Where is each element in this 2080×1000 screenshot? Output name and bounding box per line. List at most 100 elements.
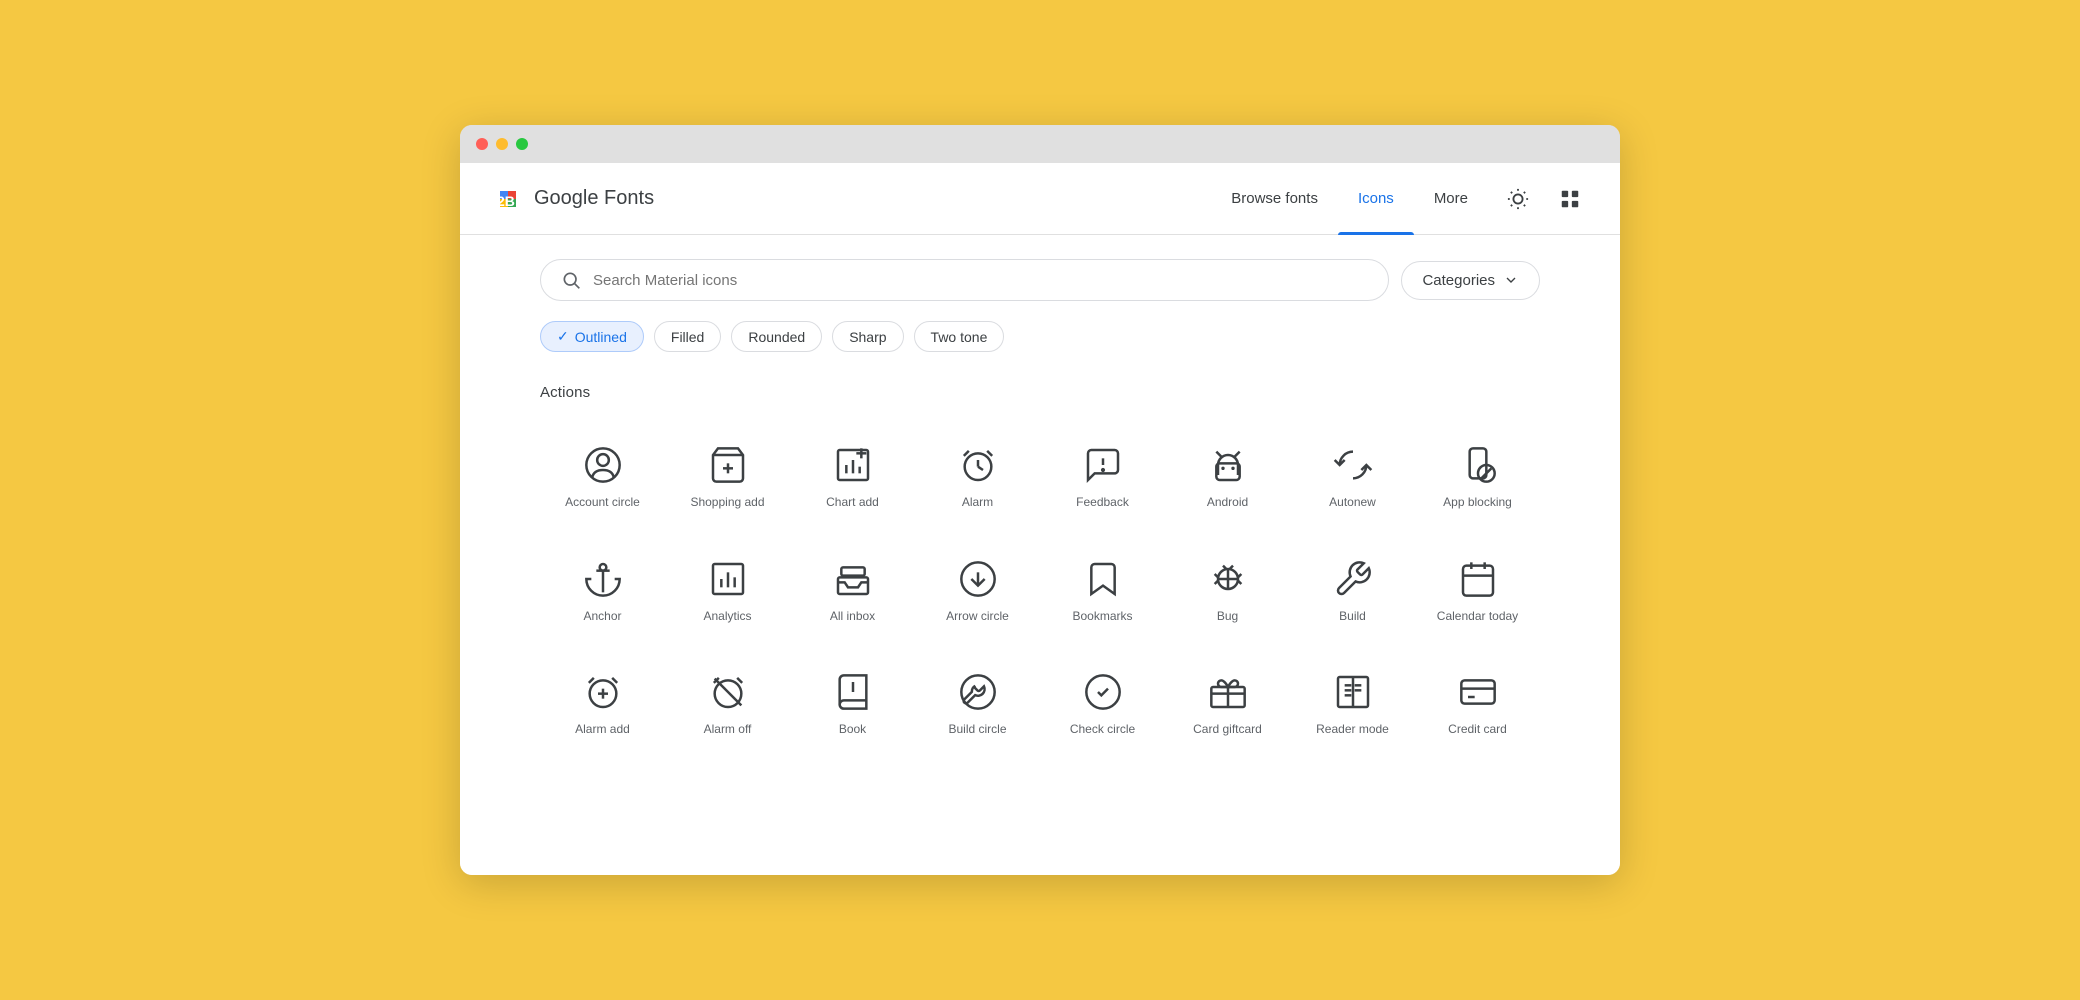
header: 2B Google Fonts Browse fonts Icons More bbox=[460, 163, 1620, 235]
icon-build-circle[interactable]: Build circle bbox=[915, 652, 1040, 758]
check-circle-label: Check circle bbox=[1070, 722, 1135, 738]
browser-maximize-dot[interactable] bbox=[516, 138, 528, 150]
shopping-add-label: Shopping add bbox=[690, 495, 764, 511]
all-inbox-label: All inbox bbox=[830, 609, 875, 625]
feedback-label: Feedback bbox=[1076, 495, 1129, 511]
filter-two-tone-label: Two tone bbox=[931, 329, 988, 345]
card-giftcard-label: Card giftcard bbox=[1193, 722, 1262, 738]
alarm-off-label: Alarm off bbox=[704, 722, 752, 738]
icon-row-2: Anchor Analytics bbox=[540, 539, 1540, 645]
filter-outlined[interactable]: ✓ Outlined bbox=[540, 321, 644, 352]
calendar-today-icon bbox=[1458, 559, 1498, 599]
grid-icon bbox=[1559, 188, 1581, 210]
header-icons bbox=[1500, 181, 1588, 217]
icon-bookmarks[interactable]: Bookmarks bbox=[1040, 539, 1165, 645]
shopping-add-icon bbox=[708, 445, 748, 485]
categories-dropdown[interactable]: Categories bbox=[1401, 261, 1540, 300]
alarm-add-icon bbox=[583, 672, 623, 712]
filter-filled-label: Filled bbox=[671, 329, 704, 345]
nav-icons[interactable]: Icons bbox=[1338, 163, 1414, 235]
search-icon bbox=[561, 270, 581, 290]
icon-check-circle[interactable]: Check circle bbox=[1040, 652, 1165, 758]
filter-rounded[interactable]: Rounded bbox=[731, 321, 822, 352]
main-nav: Browse fonts Icons More bbox=[1211, 163, 1488, 235]
icon-alarm[interactable]: Alarm bbox=[915, 425, 1040, 531]
bug-icon bbox=[1208, 559, 1248, 599]
search-box[interactable] bbox=[540, 259, 1389, 301]
icon-book[interactable]: Book bbox=[790, 652, 915, 758]
chevron-down-icon bbox=[1503, 272, 1519, 288]
all-inbox-icon bbox=[833, 559, 873, 599]
icon-analytics[interactable]: Analytics bbox=[665, 539, 790, 645]
icon-alarm-add[interactable]: Alarm add bbox=[540, 652, 665, 758]
icon-reader-mode[interactable]: Reader mode bbox=[1290, 652, 1415, 758]
filter-filled[interactable]: Filled bbox=[654, 321, 721, 352]
browser-chrome bbox=[460, 125, 1620, 163]
bug-label: Bug bbox=[1217, 609, 1238, 625]
autonew-icon bbox=[1333, 445, 1373, 485]
autonew-label: Autonew bbox=[1329, 495, 1376, 511]
actions-section-title: Actions bbox=[540, 384, 1540, 401]
icon-anchor[interactable]: Anchor bbox=[540, 539, 665, 645]
nav-more[interactable]: More bbox=[1414, 163, 1488, 235]
dark-mode-icon bbox=[1507, 188, 1529, 210]
icon-account-circle[interactable]: Account circle bbox=[540, 425, 665, 531]
icon-all-inbox[interactable]: All inbox bbox=[790, 539, 915, 645]
credit-card-icon bbox=[1458, 672, 1498, 712]
build-icon bbox=[1333, 559, 1373, 599]
filter-rounded-label: Rounded bbox=[748, 329, 805, 345]
book-icon bbox=[833, 672, 873, 712]
chart-add-label: Chart add bbox=[826, 495, 879, 511]
icon-arrow-circle[interactable]: Arrow circle bbox=[915, 539, 1040, 645]
icon-alarm-off[interactable]: Alarm off bbox=[665, 652, 790, 758]
browser-close-dot[interactable] bbox=[476, 138, 488, 150]
nav-browse-fonts[interactable]: Browse fonts bbox=[1211, 163, 1338, 235]
filter-sharp-label: Sharp bbox=[849, 329, 886, 345]
icon-android[interactable]: Android bbox=[1165, 425, 1290, 531]
alarm-label: Alarm bbox=[962, 495, 993, 511]
filter-two-tone[interactable]: Two tone bbox=[914, 321, 1005, 352]
build-circle-icon bbox=[958, 672, 998, 712]
app-blocking-label: App blocking bbox=[1443, 495, 1512, 511]
account-circle-label: Account circle bbox=[565, 495, 640, 511]
icon-app-blocking[interactable]: App blocking bbox=[1415, 425, 1540, 531]
filter-sharp[interactable]: Sharp bbox=[832, 321, 903, 352]
grid-view-button[interactable] bbox=[1552, 181, 1588, 217]
arrow-circle-label: Arrow circle bbox=[946, 609, 1009, 625]
logo-area[interactable]: 2B Google Fonts bbox=[492, 183, 654, 215]
analytics-icon bbox=[708, 559, 748, 599]
svg-text:2B: 2B bbox=[497, 193, 515, 209]
icon-row-3: Alarm add Alarm off bbox=[540, 652, 1540, 758]
android-icon bbox=[1208, 445, 1248, 485]
theme-toggle-button[interactable] bbox=[1500, 181, 1536, 217]
browser-minimize-dot[interactable] bbox=[496, 138, 508, 150]
search-row: Categories bbox=[540, 259, 1540, 301]
icon-autonew[interactable]: Autonew bbox=[1290, 425, 1415, 531]
icon-shopping-add[interactable]: Shopping add bbox=[665, 425, 790, 531]
actions-section: Actions Account circle bbox=[540, 384, 1540, 758]
check-icon: ✓ bbox=[557, 328, 569, 345]
logo-text: Google Fonts bbox=[534, 187, 654, 210]
arrow-circle-icon bbox=[958, 559, 998, 599]
reader-mode-icon bbox=[1333, 672, 1373, 712]
bookmarks-icon bbox=[1083, 559, 1123, 599]
alarm-add-label: Alarm add bbox=[575, 722, 630, 738]
icon-credit-card[interactable]: Credit card bbox=[1415, 652, 1540, 758]
icon-calendar-today[interactable]: Calendar today bbox=[1415, 539, 1540, 645]
google-logo-icon: 2B bbox=[492, 183, 524, 215]
android-label: Android bbox=[1207, 495, 1248, 511]
book-label: Book bbox=[839, 722, 866, 738]
icon-bug[interactable]: Bug bbox=[1165, 539, 1290, 645]
alarm-off-icon bbox=[708, 672, 748, 712]
icon-card-giftcard[interactable]: Card giftcard bbox=[1165, 652, 1290, 758]
app-blocking-icon bbox=[1458, 445, 1498, 485]
icon-feedback[interactable]: Feedback bbox=[1040, 425, 1165, 531]
icon-row-1: Account circle Shopping add bbox=[540, 425, 1540, 531]
search-input[interactable] bbox=[593, 272, 1368, 289]
alarm-icon bbox=[958, 445, 998, 485]
icon-chart-add[interactable]: Chart add bbox=[790, 425, 915, 531]
icon-build[interactable]: Build bbox=[1290, 539, 1415, 645]
anchor-label: Anchor bbox=[583, 609, 621, 625]
categories-label: Categories bbox=[1422, 272, 1495, 289]
account-circle-icon bbox=[583, 445, 623, 485]
